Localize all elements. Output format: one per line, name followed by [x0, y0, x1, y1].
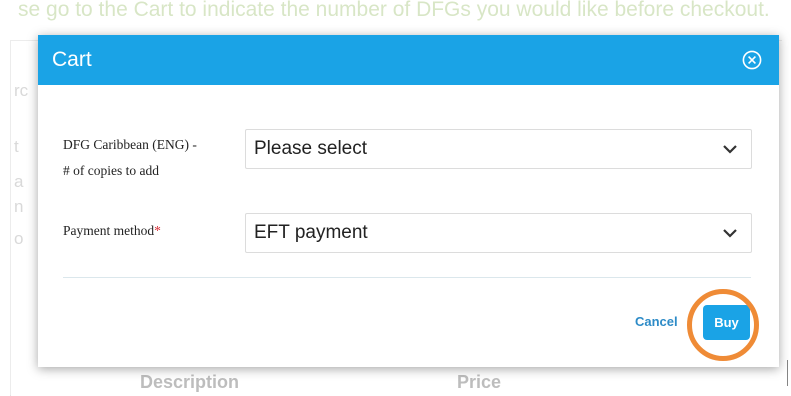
close-icon[interactable]: [742, 50, 762, 70]
copies-label-line1: DFG Caribbean (ENG) -: [63, 137, 197, 152]
cart-modal: Cart DFG Caribbean (ENG) - # of copies t…: [38, 35, 779, 367]
chevron-down-icon: [723, 145, 737, 154]
footer-divider: [63, 277, 751, 278]
payment-label-text: Payment method: [63, 223, 155, 238]
payment-method-select[interactable]: EFT payment: [245, 213, 752, 253]
copies-select[interactable]: Please select: [245, 129, 752, 169]
cancel-button[interactable]: Cancel: [635, 314, 678, 329]
required-asterisk: *: [154, 223, 161, 238]
copies-field-label: DFG Caribbean (ENG) - # of copies to add: [63, 132, 197, 184]
copies-select-value: Please select: [254, 138, 368, 159]
buy-button[interactable]: Buy: [703, 305, 750, 340]
copies-label-line2: # of copies to add: [63, 163, 159, 178]
chevron-down-icon: [723, 229, 737, 238]
payment-method-value: EFT payment: [254, 222, 368, 243]
modal-header: Cart: [38, 35, 779, 85]
payment-field-label: Payment method*: [63, 218, 161, 244]
modal-title: Cart: [52, 48, 92, 71]
